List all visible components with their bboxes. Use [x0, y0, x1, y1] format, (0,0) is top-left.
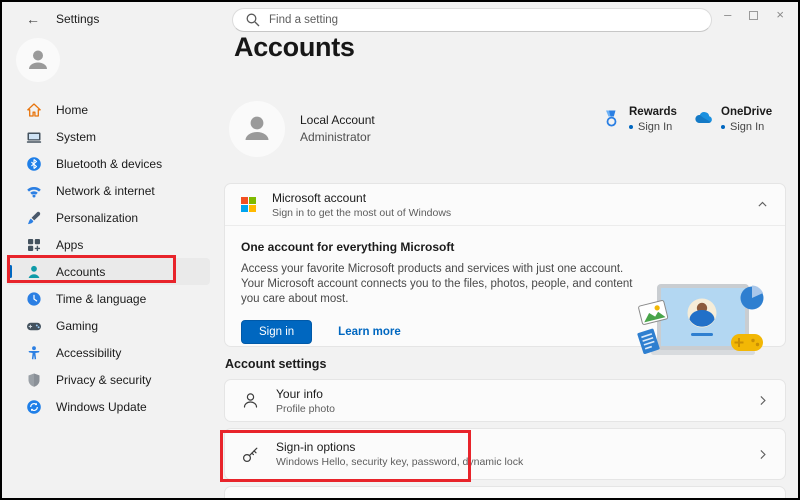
rewards-quick-link[interactable]: Rewards Sign In [602, 106, 677, 133]
user-avatar[interactable] [16, 38, 60, 82]
search-icon [246, 13, 260, 27]
chevron-up-icon[interactable] [756, 198, 769, 211]
rewards-icon [606, 110, 617, 127]
promo-body: Access your favorite Microsoft products … [241, 263, 633, 305]
minimize-icon[interactable]: – [724, 8, 731, 22]
account-role: Administrator [300, 130, 371, 144]
sidebar-item-network-internet[interactable]: Network & internet [6, 177, 210, 204]
row-subtitle: Profile photo [276, 402, 335, 415]
page-title: Accounts [234, 32, 355, 62]
bluetooth-icon [27, 156, 41, 171]
row-title: Sign-in options [276, 440, 356, 454]
sidebar-label: Time & language [56, 291, 147, 306]
account-settings-section-label: Account settings [225, 357, 327, 371]
apps-icon [28, 238, 40, 251]
brush-icon [28, 211, 41, 224]
search-bar[interactable] [232, 8, 712, 32]
account-illustration [637, 284, 764, 355]
account-name: Local Account [300, 113, 375, 127]
sidebar-label: Privacy & security [56, 372, 152, 387]
ms-account-title: Microsoft account [272, 190, 367, 205]
sidebar-label: Accounts [56, 264, 106, 279]
sidebar-item-time-language[interactable]: Time & language [6, 285, 210, 312]
system-icon [26, 132, 42, 143]
person-outline-icon [243, 393, 258, 408]
search-input[interactable] [269, 14, 699, 26]
microsoft-logo-icon [241, 197, 256, 212]
onedrive-sign-in[interactable]: Sign In [730, 121, 764, 133]
sidebar-item-personalization[interactable]: Personalization [6, 204, 210, 231]
onedrive-label: OneDrive [721, 106, 773, 118]
onedrive-icon [695, 112, 712, 123]
learn-more-link[interactable]: Learn more [338, 326, 401, 338]
maximize-icon[interactable] [749, 10, 759, 20]
onedrive-quick-link[interactable]: OneDrive Sign In [694, 106, 772, 133]
promo-title: One account for everything Microsoft [241, 240, 455, 254]
sidebar-label: Apps [56, 237, 84, 252]
sidebar-item-system[interactable]: System [6, 123, 210, 150]
profile-person-icon [245, 116, 269, 140]
window-controls: – × [724, 8, 784, 22]
wifi-icon [27, 186, 41, 197]
accounts-person-icon [28, 265, 40, 278]
sidebar-item-windows-update[interactable]: Windows Update [6, 393, 210, 420]
sidebar-label: Bluetooth & devices [56, 156, 163, 171]
home-icon [27, 102, 41, 117]
microsoft-account-card: Microsoft account Sign in to get the mos… [224, 183, 786, 355]
clock-icon [27, 291, 41, 306]
close-icon[interactable]: × [776, 8, 784, 22]
update-icon [27, 399, 41, 414]
controller-icon [27, 322, 41, 330]
sidebar-label: Gaming [56, 318, 99, 333]
sign-in-options-row[interactable]: Sign-in options Windows Hello, security … [224, 428, 786, 480]
sidebar-label: System [56, 129, 97, 144]
sidebar-item-accessibility[interactable]: Accessibility [6, 339, 210, 366]
sidebar-label: Personalization [56, 210, 139, 225]
settings-window: ← Settings – × Home System Bluetooth & d… [0, 0, 800, 500]
app-title: Settings [56, 12, 100, 26]
sign-in-button[interactable]: Sign in [241, 320, 313, 344]
sidebar-item-home[interactable]: Home [6, 96, 210, 123]
sidebar-nav: Home System Bluetooth & devices Network … [6, 96, 210, 420]
titlebar: ← Settings [26, 11, 99, 27]
chevron-right-icon [760, 449, 766, 459]
your-accounts-row[interactable]: Your accounts [224, 486, 786, 498]
ms-account-subtitle: Sign in to get the most out of Windows [272, 206, 452, 219]
person-avatar-icon [29, 50, 47, 69]
sidebar-item-privacy-security[interactable]: Privacy & security [6, 366, 210, 393]
row-subtitle: Windows Hello, security key, password, d… [276, 456, 524, 468]
sidebar-item-bluetooth-devices[interactable]: Bluetooth & devices [6, 150, 210, 177]
shield-icon [28, 373, 40, 387]
profile-photo[interactable] [229, 101, 285, 157]
sidebar-label: Network & internet [56, 183, 155, 198]
status-dot [629, 125, 633, 129]
status-dot [721, 125, 725, 129]
sidebar-label: Home [56, 102, 89, 117]
sidebar-label: Windows Update [56, 399, 147, 414]
rewards-label: Rewards [629, 106, 677, 118]
microsoft-account-header[interactable]: Microsoft account Sign in to get the mos… [225, 184, 785, 226]
accessibility-icon [28, 345, 40, 359]
rewards-sign-in[interactable]: Sign In [638, 121, 672, 133]
sidebar-item-gaming[interactable]: Gaming [6, 312, 210, 339]
row-title: Your info [276, 386, 323, 401]
chevron-right-icon [760, 396, 766, 405]
ms-account-promo: One account for everything Microsoft Acc… [225, 226, 785, 355]
your-info-row[interactable]: Your info Profile photo [224, 379, 786, 422]
back-icon[interactable]: ← [26, 11, 40, 27]
sidebar-item-apps[interactable]: Apps [6, 231, 210, 258]
profile-info: Local Account Administrator [300, 113, 375, 144]
sidebar-item-accounts[interactable]: Accounts [6, 258, 210, 285]
key-icon [242, 447, 258, 462]
sidebar-label: Accessibility [56, 345, 122, 360]
